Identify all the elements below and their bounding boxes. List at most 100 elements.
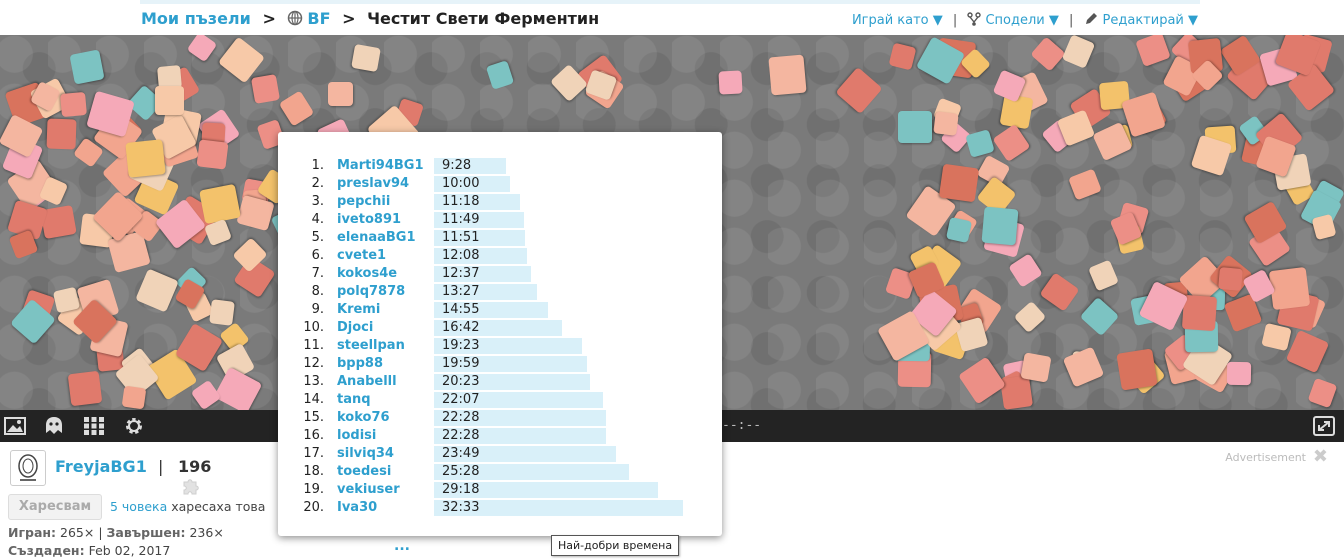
puzzle-piece[interactable]: [1013, 300, 1047, 334]
leaderboard-player[interactable]: silviq34: [337, 446, 394, 461]
puzzle-piece[interactable]: [768, 54, 807, 96]
puzzle-piece[interactable]: [351, 43, 381, 73]
leaderboard-time: 22:28: [442, 428, 480, 443]
puzzle-piece[interactable]: [981, 206, 1019, 246]
puzzle-piece[interactable]: [888, 42, 917, 71]
page-header: Мои пъзели > BF > Честит Свети Ферментин…: [0, 4, 1344, 35]
leaderboard-more-link[interactable]: ...: [394, 538, 410, 554]
puzzle-piece[interactable]: [485, 60, 515, 90]
puzzle-piece[interactable]: [209, 299, 235, 326]
puzzle-piece[interactable]: [250, 74, 281, 104]
leaderboard-player[interactable]: Djoci: [337, 320, 373, 335]
avatar[interactable]: [10, 450, 46, 486]
leaderboard-player[interactable]: iveto891: [337, 212, 401, 227]
puzzle-piece[interactable]: [1061, 35, 1096, 69]
puzzle-piece[interactable]: [835, 66, 883, 115]
close-icon[interactable]: ✖: [1313, 446, 1328, 467]
puzzle-piece[interactable]: [1088, 259, 1119, 292]
puzzle-piece[interactable]: [965, 129, 995, 158]
puzzle-piece[interactable]: [718, 70, 743, 95]
puzzle-piece[interactable]: [196, 139, 229, 170]
puzzle-piece[interactable]: [1218, 267, 1243, 291]
puzzle-piece[interactable]: [1068, 168, 1102, 201]
puzzle-piece[interactable]: [1062, 346, 1105, 388]
leaderboard-rank: 4.: [311, 212, 324, 227]
share-button[interactable]: Сподели ▼: [967, 12, 1059, 28]
gear-icon[interactable]: [122, 415, 146, 437]
puzzle-piece[interactable]: [1268, 266, 1311, 311]
puzzle-piece[interactable]: [213, 366, 263, 410]
puzzle-piece[interactable]: [898, 111, 932, 143]
puzzle-piece[interactable]: [1030, 36, 1066, 72]
puzzle-piece[interactable]: [1226, 361, 1252, 386]
puzzle-piece[interactable]: [958, 356, 1006, 405]
puzzle-piece[interactable]: [328, 82, 353, 106]
puzzle-piece[interactable]: [121, 385, 147, 410]
leaderboard-player[interactable]: steellpan: [337, 338, 405, 353]
puzzle-piece[interactable]: [278, 90, 315, 127]
leaderboard-player[interactable]: vekiuser: [337, 482, 400, 497]
puzzle-piece[interactable]: [236, 194, 275, 232]
leaderboard-player[interactable]: bpp88: [337, 356, 383, 371]
leaderboard-time: 9:28: [442, 158, 472, 173]
leaderboard-time: 29:18: [442, 482, 480, 497]
play-as-button[interactable]: Играй като ▼: [852, 13, 943, 28]
fullscreen-icon[interactable]: [1312, 415, 1336, 437]
leaderboard-rank: 14.: [303, 392, 324, 407]
puzzle-piece[interactable]: [155, 86, 184, 115]
breadcrumb-my-puzzles[interactable]: Мои пъзели: [141, 9, 251, 28]
puzzle-piece[interactable]: [125, 139, 166, 178]
breadcrumb-category[interactable]: BF: [287, 9, 336, 28]
puzzle-piece[interactable]: [933, 111, 959, 136]
puzzle-piece[interactable]: [46, 118, 77, 150]
likes-count-link[interactable]: 5 човека: [110, 499, 167, 514]
leaderboard-player[interactable]: koko76: [337, 410, 390, 425]
leaderboard-player[interactable]: Marti94BG1: [337, 158, 424, 173]
puzzle-piece[interactable]: [1116, 348, 1158, 391]
like-button[interactable]: Харесвам: [8, 494, 102, 520]
finished-label: Завършен:: [106, 525, 186, 540]
puzzle-piece[interactable]: [1039, 272, 1080, 312]
puzzle-piece[interactable]: [135, 268, 179, 313]
puzzle-piece[interactable]: [992, 123, 1031, 163]
edit-button[interactable]: Редактирай ▼: [1084, 13, 1198, 28]
puzzle-piece[interactable]: [1079, 296, 1120, 337]
puzzle-piece[interactable]: [1008, 253, 1043, 288]
puzzle-piece[interactable]: [199, 183, 241, 225]
leaderboard-player[interactable]: elenaaBG1: [337, 230, 416, 245]
leaderboard-time: 10:00: [442, 176, 480, 191]
leaderboard-player[interactable]: Anabelll: [337, 374, 397, 389]
leaderboard-player[interactable]: pepchii: [337, 194, 390, 209]
image-icon[interactable]: [3, 415, 27, 437]
grid-icon[interactable]: [82, 415, 106, 437]
leaderboard-player[interactable]: polq7878: [337, 284, 405, 299]
puzzle-piece[interactable]: [69, 49, 105, 85]
puzzle-piece[interactable]: [945, 216, 973, 244]
puzzle-piece[interactable]: [1181, 294, 1218, 332]
puzzle-piece[interactable]: [1285, 329, 1330, 374]
leaderboard-rank: 11.: [303, 338, 324, 353]
puzzle-piece[interactable]: [999, 375, 1034, 410]
leaderboard-player[interactable]: preslav94: [337, 176, 409, 191]
leaderboard-time: 11:49: [442, 212, 480, 227]
puzzle-piece[interactable]: [186, 35, 218, 63]
leaderboard-player[interactable]: Iva30: [337, 500, 377, 515]
ghost-icon[interactable]: [42, 415, 66, 437]
leaderboard-player[interactable]: cvete1: [337, 248, 386, 263]
puzzle-piece[interactable]: [1020, 352, 1052, 383]
leaderboard-player[interactable]: Kremi: [337, 302, 380, 317]
puzzle-piece[interactable]: [67, 370, 103, 407]
author-name[interactable]: FreyjaBG1: [55, 457, 147, 476]
action-divider: |: [952, 13, 958, 28]
leaderboard-player[interactable]: kokos4e: [337, 266, 397, 281]
leaderboard-time: 22:28: [442, 410, 480, 425]
puzzle-piece[interactable]: [1261, 322, 1292, 352]
puzzle-piece[interactable]: [938, 163, 980, 203]
leaderboard-player[interactable]: tanq: [337, 392, 371, 407]
puzzle-piece[interactable]: [1135, 35, 1171, 67]
puzzle-piece[interactable]: [1307, 377, 1338, 409]
leaderboard-player[interactable]: lodisi: [337, 428, 376, 443]
leaderboard-player[interactable]: toedesi: [337, 464, 391, 479]
puzzle-piece[interactable]: [190, 379, 222, 410]
puzzle-piece[interactable]: [60, 91, 87, 118]
